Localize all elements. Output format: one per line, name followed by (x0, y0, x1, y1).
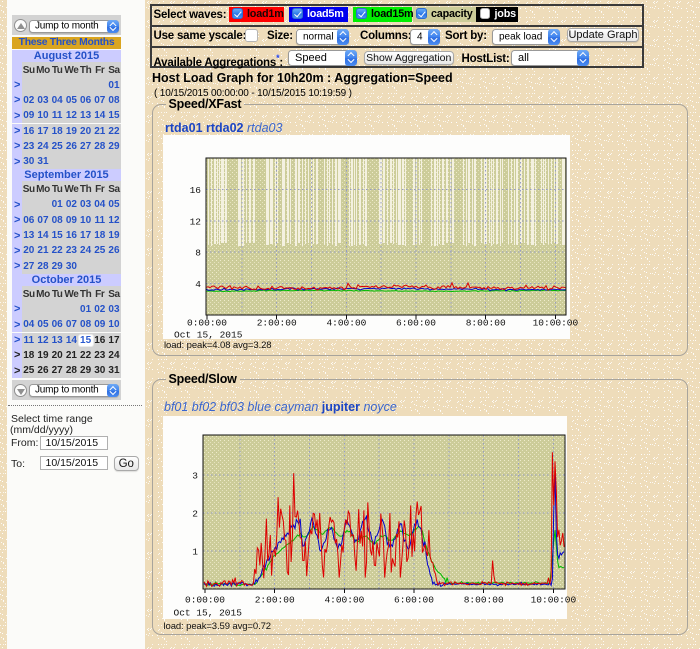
svg-text:4: 4 (195, 279, 201, 290)
svg-text:8:00:00: 8:00:00 (466, 318, 506, 329)
svg-text:6:00:00: 6:00:00 (396, 318, 436, 329)
svg-text:2: 2 (192, 509, 198, 520)
svg-text:3: 3 (192, 471, 198, 482)
svg-text:2:00:00: 2:00:00 (255, 595, 295, 606)
svg-text:1: 1 (192, 547, 198, 558)
svg-text:6:00:00: 6:00:00 (394, 595, 434, 606)
svg-text:0:00:00: 0:00:00 (187, 318, 227, 329)
svg-text:12: 12 (190, 216, 202, 227)
svg-text:8:00:00: 8:00:00 (464, 595, 504, 606)
svg-text:0:00:00: 0:00:00 (185, 595, 225, 606)
svg-text:4:00:00: 4:00:00 (326, 318, 366, 329)
svg-text:2:00:00: 2:00:00 (257, 318, 297, 329)
svg-text:8: 8 (195, 248, 201, 259)
svg-text:4:00:00: 4:00:00 (324, 595, 364, 606)
svg-text:Oct 15, 2015: Oct 15, 2015 (174, 608, 243, 619)
svg-text:10:00:00: 10:00:00 (531, 595, 577, 606)
svg-text:10:00:00: 10:00:00 (533, 318, 579, 329)
svg-text:16: 16 (190, 185, 202, 196)
